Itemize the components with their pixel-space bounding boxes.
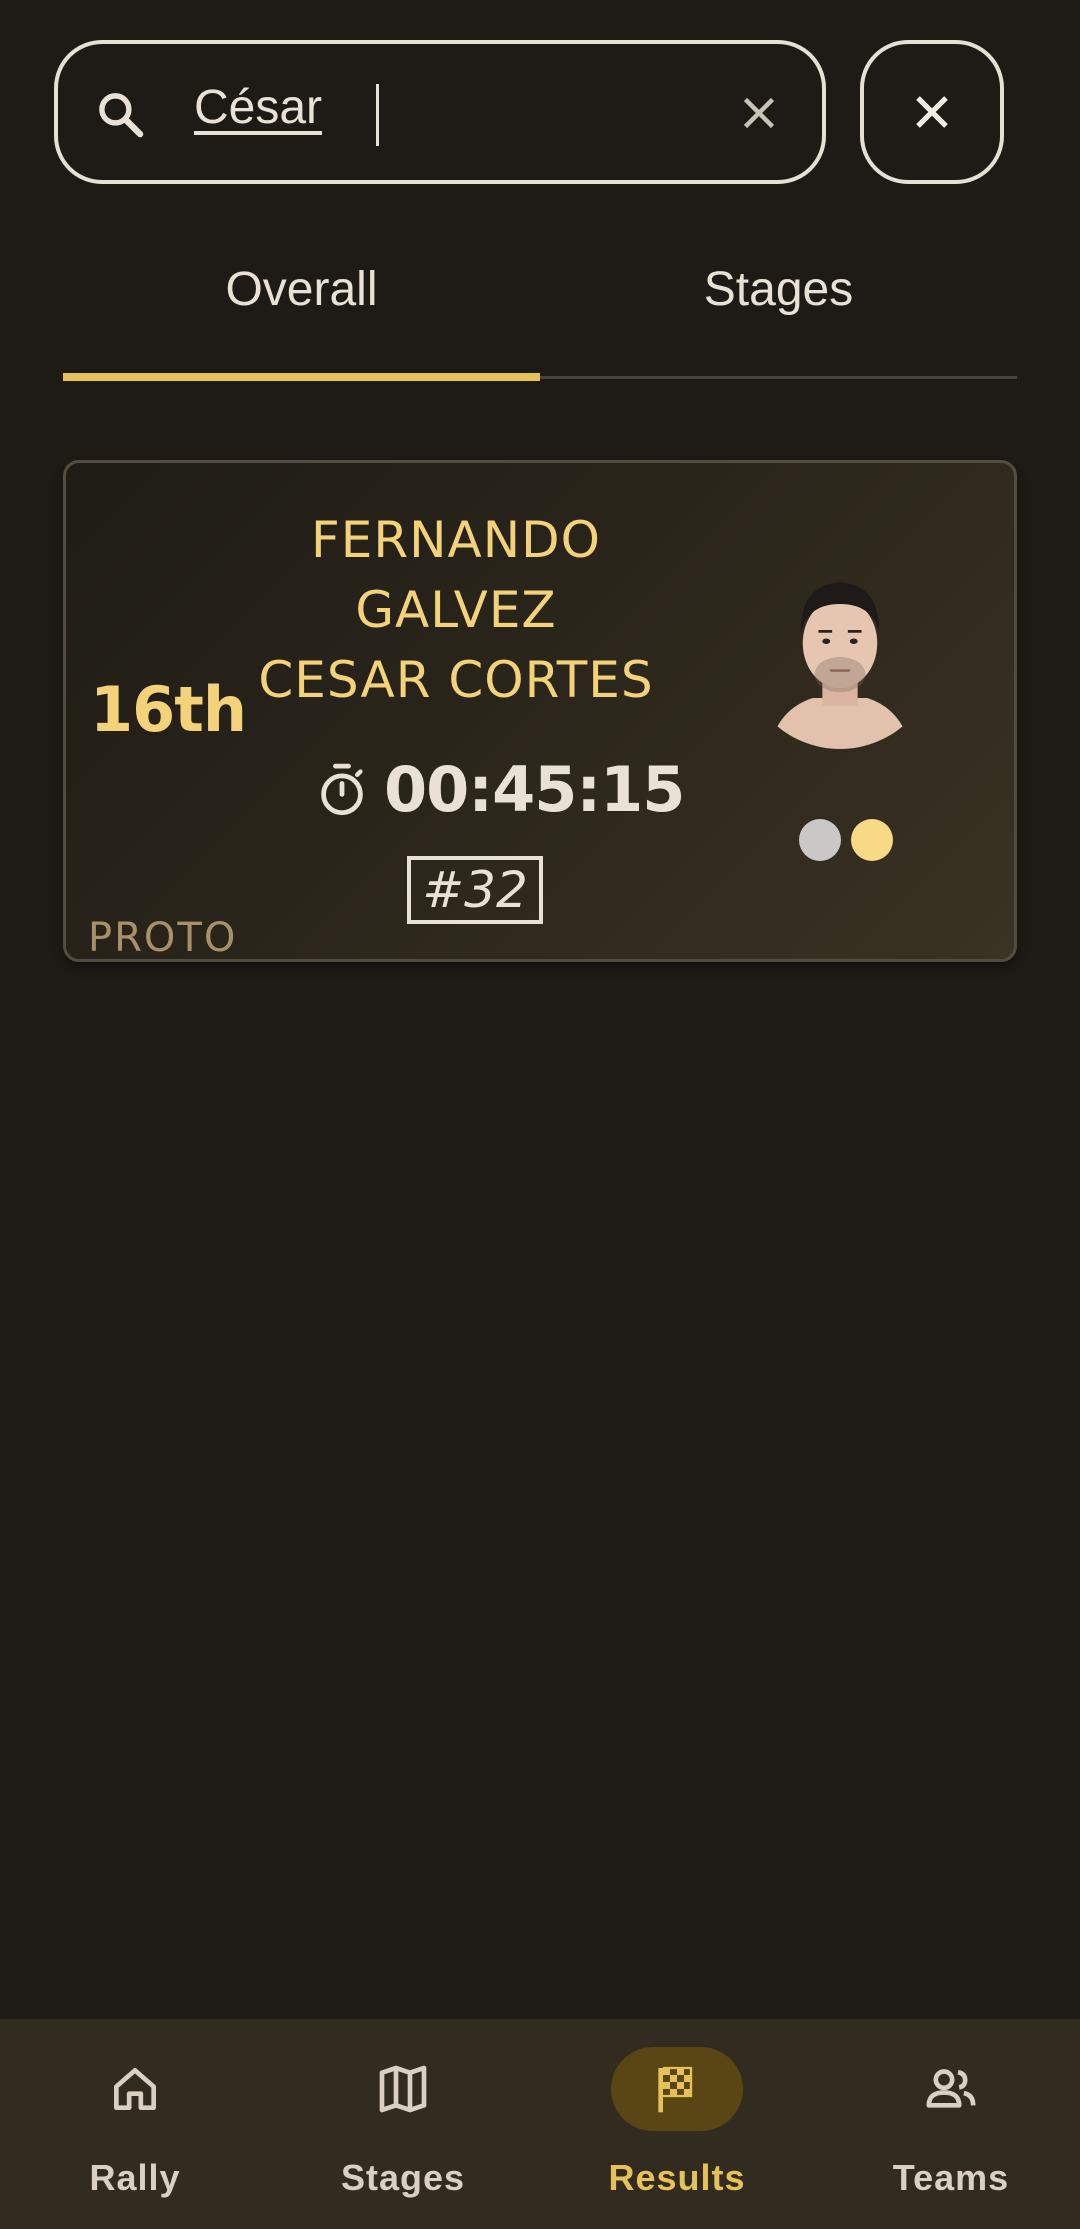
text-caret	[376, 84, 379, 146]
checkered-flag-icon	[658, 2066, 693, 2113]
clear-icon[interactable]	[732, 86, 786, 140]
position-label: 16th	[90, 673, 247, 746]
nav-item-results[interactable]: Results	[542, 2019, 812, 2229]
group-icon	[926, 2069, 976, 2108]
status-dots	[799, 819, 903, 861]
active-tab-indicator	[63, 373, 540, 381]
search-icon	[99, 93, 144, 138]
close-icon	[916, 96, 948, 128]
tab-overall[interactable]: Overall	[63, 240, 540, 380]
search-field[interactable]: César	[54, 40, 826, 184]
total-time: 00:45:15	[384, 753, 685, 826]
bottom-navigation: Rally Stages Results Teams	[0, 2019, 1080, 2229]
tab-stages[interactable]: Stages	[540, 240, 1017, 380]
result-card[interactable]: 16th FERNANDO GALVEZ CESAR CORTES 00:45:…	[63, 460, 1017, 962]
driver-avatar	[769, 582, 911, 749]
nav-item-stages[interactable]: Stages	[268, 2019, 538, 2229]
crew-name-line: FERNANDO	[311, 511, 601, 569]
nav-label: Teams	[892, 2157, 1010, 2198]
crew-name-line: CESAR CORTES	[258, 651, 654, 709]
stopwatch-icon	[321, 763, 363, 815]
status-dot	[851, 819, 893, 861]
crew-name-line: GALVEZ	[355, 581, 557, 639]
map-icon	[379, 2065, 427, 2113]
search-input[interactable]: César	[194, 80, 322, 135]
close-search-button[interactable]	[860, 40, 1004, 184]
results-tabs: Overall Stages	[63, 240, 1017, 381]
category-label: PROTO	[88, 915, 238, 961]
nav-label: Results	[608, 2157, 746, 2198]
nav-label: Stages	[340, 2157, 466, 2198]
time-row: 00:45:15	[316, 753, 685, 826]
crew-names: FERNANDO GALVEZ CESAR CORTES	[236, 505, 676, 715]
nav-label: Rally	[89, 2157, 181, 2198]
home-icon	[114, 2068, 157, 2110]
nav-item-teams[interactable]: Teams	[816, 2019, 1080, 2229]
status-dot	[799, 819, 841, 861]
car-number-badge: #32	[407, 856, 543, 924]
nav-item-rally[interactable]: Rally	[0, 2019, 270, 2229]
